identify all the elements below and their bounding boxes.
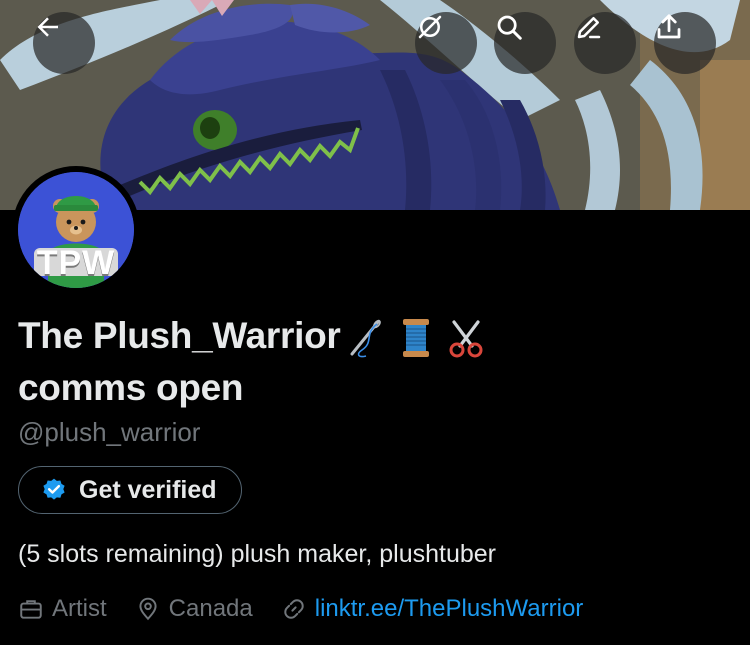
profession-item: Artist [18,595,107,623]
grok-icon [418,15,442,39]
location-label: Canada [168,595,253,622]
pencil-icon [577,17,601,39]
verified-badge-icon [43,478,65,500]
profile-name-block: The Plush_Warrior comms open [18,310,738,414]
scissors-icon [449,320,483,358]
profile-bio: (5 slots remaining) plush maker, plushtu… [18,540,497,568]
back-button[interactable] [33,12,95,74]
avatar[interactable]: TPW [12,166,140,294]
share-button[interactable] [654,12,716,74]
edit-button[interactable] [574,12,636,74]
needle-icon [350,320,382,358]
briefcase-icon [20,600,42,619]
location-pin-icon [139,597,157,621]
avatar-logo-text: TPW [36,244,116,282]
thread-spool-icon [403,319,430,358]
display-name-text: The Plush_Warrior [18,315,341,356]
name-emoji-row [344,316,488,360]
get-verified-button[interactable]: Get verified [18,466,242,514]
profile-handle: @plush_warrior [18,417,201,447]
display-name: The Plush_Warrior [18,310,738,362]
display-name-line2: comms open [18,367,244,408]
website-link[interactable]: linktr.ee/ThePlushWarrior [315,595,584,623]
search-icon [497,15,522,40]
profile-meta-row: Artist Canada linktr.ee/ThePlushWarrior [18,592,611,626]
grok-button[interactable] [415,12,477,74]
website-item[interactable]: linktr.ee/ThePlushWarrior [281,595,584,623]
search-button[interactable] [494,12,556,74]
share-icon [657,14,681,39]
get-verified-label: Get verified [79,475,217,504]
link-icon [284,599,304,619]
avatar-image: TPW [18,172,134,288]
arrow-left-icon [37,17,58,37]
profession-label: Artist [52,595,107,622]
location-item: Canada [135,595,253,623]
